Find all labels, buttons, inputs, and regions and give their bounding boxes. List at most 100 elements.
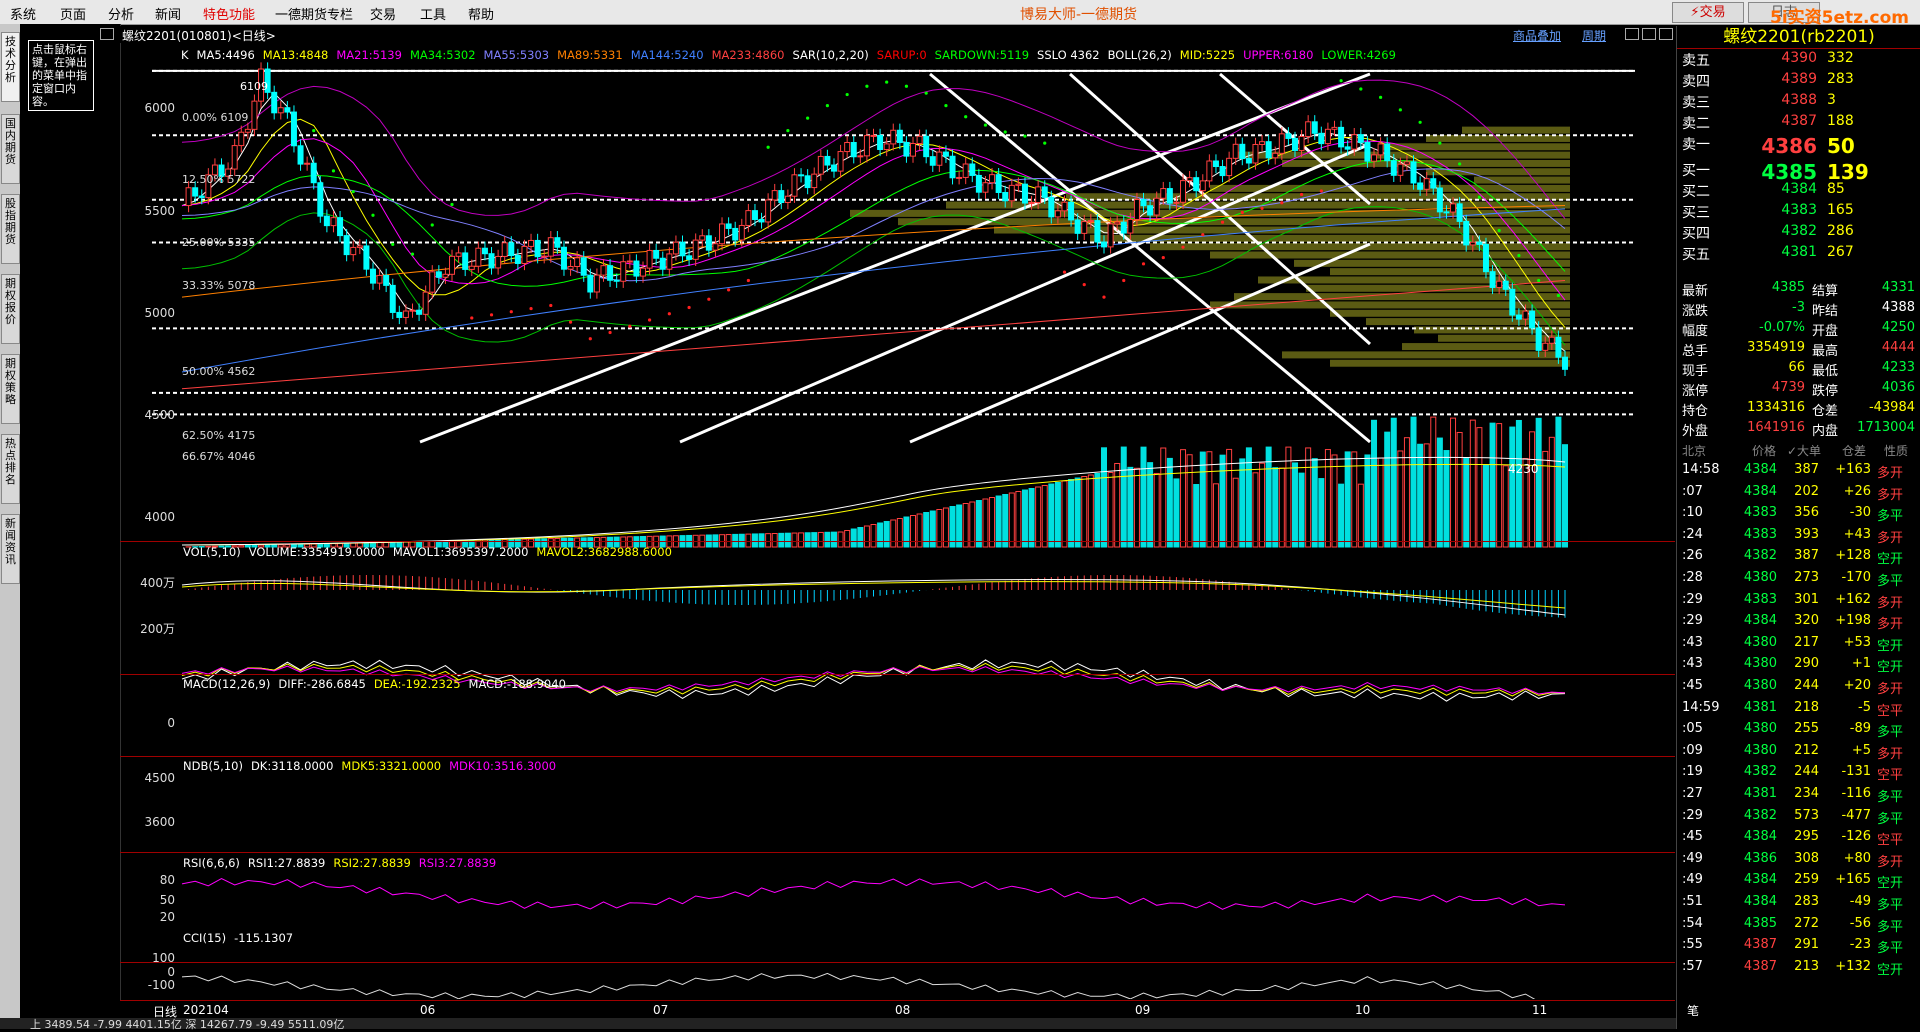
ask-row[interactable]: 卖五4390332 <box>1677 50 1920 70</box>
candle-body <box>186 188 191 206</box>
tick-p: 4380 <box>1727 656 1777 671</box>
volume-bar <box>1483 465 1488 547</box>
period-link[interactable]: 周期 <box>1582 27 1606 44</box>
sar-dot <box>865 85 868 88</box>
candle-body <box>1134 200 1139 220</box>
tick-k: 多开 <box>1877 484 1917 503</box>
volume-bar <box>1477 428 1482 547</box>
candle-body <box>1075 220 1080 233</box>
rsi-tick: 50 <box>130 893 175 907</box>
candle-body <box>397 312 402 317</box>
candle-body <box>1299 136 1304 150</box>
candle-body <box>548 238 553 256</box>
stat-l1: 涨跌 <box>1682 300 1708 319</box>
tick-k: 多平 <box>1877 721 1917 740</box>
legend-item: MDK10:3516.3000 <box>449 759 556 773</box>
menu-help[interactable]: 帮助 <box>468 4 494 23</box>
quote-title: 螺纹2201(rb2201) <box>1677 26 1920 49</box>
menu-system[interactable]: 系统 <box>10 4 36 23</box>
volume-bar <box>1365 455 1370 547</box>
candle-body <box>851 143 856 157</box>
candle-body <box>687 256 692 260</box>
legend-item: MA144:5240 <box>631 48 704 62</box>
sar-dot <box>846 93 849 96</box>
bid-row[interactable]: 买五4381267 <box>1677 244 1920 264</box>
bid-row[interactable]: 买四4382286 <box>1677 223 1920 243</box>
candle-body <box>410 310 415 311</box>
trade-button[interactable]: ⚡交易 <box>1672 2 1744 23</box>
stat-v2: 4036 <box>1847 380 1915 395</box>
tick-v: 283 <box>1781 894 1819 909</box>
tick-row: :244383393+43多开 <box>1677 527 1920 547</box>
candle-body <box>496 256 501 267</box>
menu-features[interactable]: 特色功能 <box>203 4 255 23</box>
volume-bar <box>1036 487 1041 547</box>
candle-body <box>1095 221 1100 242</box>
tab-domestic-futures[interactable]: 国内期货 <box>1 114 20 184</box>
stat-v2: 4250 <box>1847 320 1915 335</box>
menu-trade[interactable]: 交易 <box>370 4 396 23</box>
cci-tick: 100 <box>130 951 175 965</box>
legend-item: DIFF:-286.6845 <box>278 677 365 691</box>
volume-profile-bar <box>1282 351 1570 358</box>
menu-news[interactable]: 新闻 <box>155 4 181 23</box>
stat-v1: 1641916 <box>1735 420 1805 435</box>
overlay-link[interactable]: 商品叠加 <box>1513 27 1561 44</box>
volume-bar <box>864 526 869 547</box>
quote-panel: 螺纹2201(rb2201) 卖五4390332卖四4389283卖三43883… <box>1676 26 1920 1029</box>
fib-level-label: 12.50% 5722 <box>182 173 255 186</box>
close-icon[interactable] <box>1659 28 1673 40</box>
candle-body <box>344 236 349 255</box>
tick-k: 多开 <box>1877 592 1917 611</box>
tick-row: :284380273-170多平 <box>1677 570 1920 590</box>
menu-tools[interactable]: 工具 <box>420 4 446 23</box>
ask-row[interactable]: 卖二4387188 <box>1677 113 1920 133</box>
ask-row[interactable]: 卖一438650 <box>1677 134 1920 154</box>
tab-index-futures[interactable]: 股指期货 <box>1 194 20 264</box>
stat-v1: 1334316 <box>1735 400 1805 415</box>
bid-row[interactable]: 买一4385139 <box>1677 160 1920 180</box>
ask-row[interactable]: 卖三43883 <box>1677 92 1920 112</box>
tick-v: 295 <box>1781 829 1819 844</box>
ndb-tick: 3600 <box>130 815 175 829</box>
tick-row: :454380244+20多开 <box>1677 678 1920 698</box>
volume-bar <box>1279 468 1284 547</box>
menu-page[interactable]: 页面 <box>60 4 86 23</box>
volume-bar <box>1312 459 1317 547</box>
tab-hot-ranking[interactable]: 热点排名 <box>1 434 20 504</box>
tab-technical-analysis[interactable]: 技术分析 <box>1 32 20 102</box>
volume-bar <box>1075 478 1080 547</box>
candle-body <box>963 164 968 177</box>
maximize-icon[interactable] <box>1642 28 1656 40</box>
volume-bar <box>1464 458 1469 547</box>
tab-trades[interactable]: 笔 <box>1687 1002 1699 1019</box>
bid-row[interactable]: 买三4383165 <box>1677 202 1920 222</box>
menu-analysis[interactable]: 分析 <box>108 4 134 23</box>
candle-body <box>1161 189 1166 199</box>
tick-p: 4383 <box>1727 505 1777 520</box>
tick-row: :094380212+5多开 <box>1677 743 1920 763</box>
volume-bar <box>845 531 850 548</box>
tick-v: 213 <box>1781 959 1819 974</box>
volume-bar <box>1022 490 1027 547</box>
tick-k: 空平 <box>1877 764 1917 783</box>
sar-dot <box>1478 196 1481 199</box>
bid-row[interactable]: 买二438485 <box>1677 181 1920 201</box>
minimize-icon[interactable] <box>1625 28 1639 40</box>
candle-body <box>568 266 573 269</box>
candle-body <box>911 144 916 157</box>
tick-c: -49 <box>1821 894 1871 909</box>
ask-row[interactable]: 卖四4389283 <box>1677 71 1920 91</box>
tab-option-strategy[interactable]: 期权策略 <box>1 354 20 424</box>
tab-option-quotes[interactable]: 期权报价 <box>1 274 20 344</box>
window-restore-icon[interactable] <box>100 28 114 40</box>
sar-dot <box>470 316 473 319</box>
candle-body <box>950 156 955 178</box>
tab-news[interactable]: 新闻资讯 <box>1 514 20 584</box>
volume-bar <box>1325 450 1330 547</box>
menu-yide-column[interactable]: 一德期货专栏 <box>275 4 353 23</box>
legend-item: VOLUME:3354919.0000 <box>249 545 385 559</box>
legend-item: SARDOWN:5119 <box>935 48 1029 62</box>
tick-v: 217 <box>1781 635 1819 650</box>
candle-body <box>1431 179 1436 188</box>
